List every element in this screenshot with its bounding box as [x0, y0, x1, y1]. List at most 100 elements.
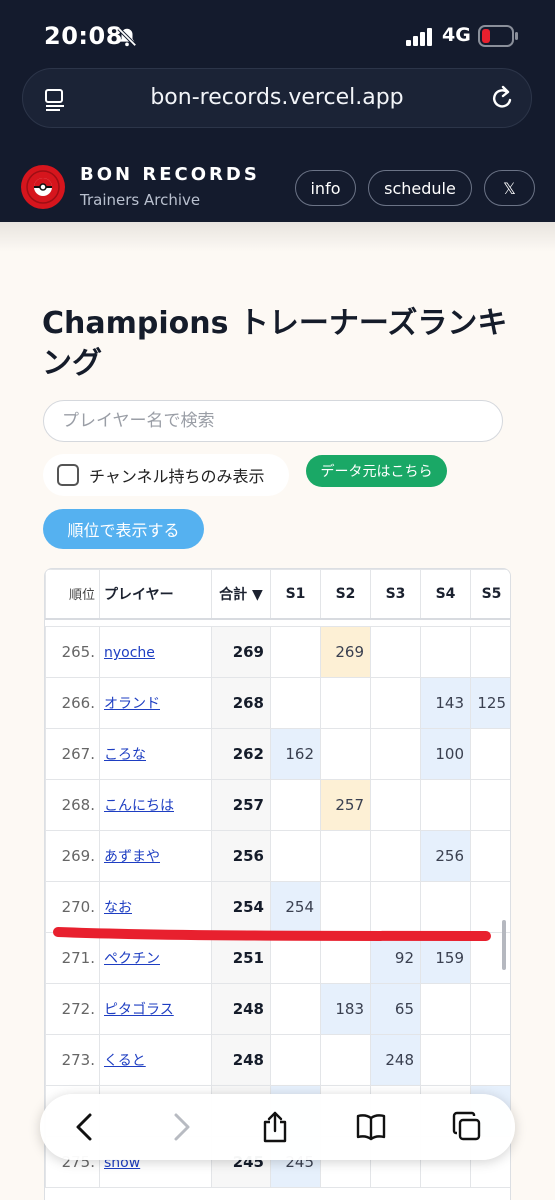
cell-player: ピタゴラス: [99, 983, 212, 1035]
cell-total: 256: [211, 830, 271, 882]
header-s4[interactable]: S4: [420, 569, 471, 620]
player-link[interactable]: なお: [104, 900, 132, 916]
table-spacer-cell: [45, 618, 510, 627]
cell-s1: [270, 1034, 321, 1086]
table-row: 271. ペクチン 251 92 159: [45, 932, 510, 984]
cell-s5: [470, 779, 510, 831]
header-shadow: [0, 222, 555, 252]
cell-total: 262: [211, 728, 271, 780]
cell-s1: [270, 626, 321, 678]
channel-filter-label: チャンネル持ちのみ表示: [89, 467, 265, 486]
cell-player: ころな: [99, 728, 212, 780]
cell-total: 257: [211, 779, 271, 831]
nav-info-button[interactable]: info: [295, 170, 356, 206]
channel-filter-toggle[interactable]: チャンネル持ちのみ表示: [43, 454, 289, 496]
header-s2[interactable]: S2: [320, 569, 371, 620]
player-link[interactable]: ピタゴラス: [104, 1002, 174, 1018]
cell-s4: [420, 983, 471, 1035]
cell-s3: 65: [370, 983, 421, 1035]
header-s1[interactable]: S1: [270, 569, 321, 620]
cell-total: 254: [211, 881, 271, 933]
cell-s2: [320, 728, 371, 780]
cell-signal-icon: [406, 28, 432, 46]
cell-player: なお: [99, 881, 212, 933]
cell-rank: 273.: [45, 1034, 100, 1086]
bookmarks-icon[interactable]: [354, 1110, 388, 1144]
cell-s1: [270, 830, 321, 882]
cell-rank: 271.: [45, 932, 100, 984]
show-by-rank-button[interactable]: 順位で表示する: [43, 509, 204, 549]
table-row: 267. ころな 262 162 100: [45, 728, 510, 780]
player-link[interactable]: ペクチン: [104, 951, 160, 967]
cell-player: くると: [99, 1034, 212, 1086]
player-link[interactable]: ころな: [104, 747, 146, 763]
cell-s5: [470, 728, 510, 780]
scroll-indicator[interactable]: [502, 920, 506, 970]
cell-s3: [370, 626, 421, 678]
player-link[interactable]: オランド: [104, 696, 160, 712]
cell-s2: [320, 830, 371, 882]
cell-s2: [320, 1034, 371, 1086]
cell-s2: 183: [320, 983, 371, 1035]
share-icon[interactable]: [258, 1110, 292, 1144]
cell-total: 268: [211, 677, 271, 729]
reload-icon[interactable]: [489, 85, 515, 113]
tabs-icon[interactable]: [450, 1110, 484, 1144]
table-row: 269. あずまや 256 256: [45, 830, 510, 882]
cell-s4: 100: [420, 728, 471, 780]
cell-s4: 143: [420, 677, 471, 729]
cell-s4: 159: [420, 932, 471, 984]
player-link[interactable]: nyoche: [104, 645, 155, 661]
player-search-input[interactable]: [43, 400, 503, 442]
cell-s2: [320, 932, 371, 984]
cell-s4: [420, 1034, 471, 1086]
data-source-button[interactable]: データ元はこちら: [306, 455, 447, 487]
cell-s4: 256: [420, 830, 471, 882]
table-row: 268. こんにちは 257 257: [45, 779, 510, 831]
nav-schedule-button[interactable]: schedule: [368, 170, 472, 206]
cell-s5: [470, 983, 510, 1035]
bon-records-logo-icon[interactable]: [20, 164, 66, 210]
cell-total: 269: [211, 626, 271, 678]
header-s3[interactable]: S3: [370, 569, 421, 620]
address-bar[interactable]: bon-records.vercel.app: [22, 68, 532, 128]
cell-s1: [270, 779, 321, 831]
cell-s4: [420, 779, 471, 831]
player-link[interactable]: くると: [104, 1053, 146, 1069]
cell-s3: [370, 779, 421, 831]
cell-s5: [470, 626, 510, 678]
cell-rank: 265.: [45, 626, 100, 678]
header-s5[interactable]: S5: [470, 569, 510, 620]
cell-total: 248: [211, 1034, 271, 1086]
channel-filter-checkbox[interactable]: [57, 464, 79, 486]
page-menu-icon[interactable]: [43, 87, 67, 111]
brand-name: BON RECORDS: [80, 164, 260, 185]
cell-total: 251: [211, 932, 271, 984]
header-total[interactable]: 合計 ▼: [211, 569, 271, 620]
cell-s4: [420, 881, 471, 933]
url-text[interactable]: bon-records.vercel.app: [93, 85, 461, 110]
header-player[interactable]: プレイヤー: [99, 569, 212, 620]
player-link[interactable]: あずまや: [104, 849, 160, 865]
cell-s1: [270, 983, 321, 1035]
safari-toolbar: [40, 1094, 515, 1160]
cell-s4: [420, 626, 471, 678]
player-link[interactable]: こんにちは: [104, 798, 174, 814]
table-row: 272. ピタゴラス 248 183 65: [45, 983, 510, 1035]
cell-s5: [470, 1034, 510, 1086]
header-rank[interactable]: 順位: [45, 569, 100, 620]
cell-s3: [370, 728, 421, 780]
status-bar: 20:08 4G: [0, 0, 555, 68]
forward-icon[interactable]: [164, 1110, 198, 1144]
nav-x-button[interactable]: 𝕏: [484, 170, 535, 206]
cell-player: あずまや: [99, 830, 212, 882]
cell-rank: 269.: [45, 830, 100, 882]
cell-player: こんにちは: [99, 779, 212, 831]
cell-rank: 268.: [45, 779, 100, 831]
cell-s2: [320, 881, 371, 933]
site-header: BON RECORDS Trainers Archive info schedu…: [0, 150, 555, 222]
table-row: 273. くると 248 248: [45, 1034, 510, 1086]
back-icon[interactable]: [68, 1110, 102, 1144]
cell-s3: 248: [370, 1034, 421, 1086]
cell-s1: 254: [270, 881, 321, 933]
